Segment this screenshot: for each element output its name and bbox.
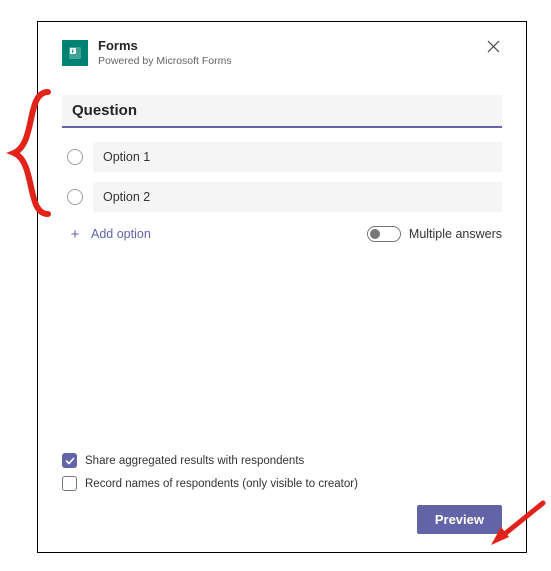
toggle-knob-icon <box>370 229 380 239</box>
option-row <box>62 182 502 212</box>
svg-text:F: F <box>71 50 74 55</box>
modal-footer: Preview <box>62 505 502 534</box>
options-controls: + Add option Multiple answers <box>62 226 502 242</box>
settings-checkboxes: Share aggregated results with respondent… <box>62 453 502 491</box>
checkbox-unchecked-icon <box>62 476 77 491</box>
modal-subtitle: Powered by Microsoft Forms <box>98 55 475 68</box>
radio-icon <box>67 149 83 165</box>
option-row <box>62 142 502 172</box>
option-input[interactable] <box>93 182 502 212</box>
options-list <box>62 142 502 212</box>
modal-title: Forms <box>98 38 475 54</box>
add-option-button[interactable]: + Add option <box>67 227 151 242</box>
forms-modal: F Forms Powered by Microsoft Forms + Add… <box>37 21 527 553</box>
share-results-row[interactable]: Share aggregated results with respondent… <box>62 453 502 468</box>
option-input[interactable] <box>93 142 502 172</box>
record-names-label: Record names of respondents (only visibl… <box>85 478 358 490</box>
question-input[interactable] <box>62 95 502 128</box>
multiple-answers-toggle-group: Multiple answers <box>367 226 502 242</box>
multiple-answers-label: Multiple answers <box>409 227 502 241</box>
add-option-label: Add option <box>91 227 151 241</box>
close-icon <box>487 40 500 53</box>
share-results-label: Share aggregated results with respondent… <box>85 455 304 467</box>
plus-icon: + <box>67 227 83 242</box>
question-field-row <box>62 95 502 128</box>
modal-header: F Forms Powered by Microsoft Forms <box>62 38 502 67</box>
radio-icon <box>67 189 83 205</box>
preview-button[interactable]: Preview <box>417 505 502 534</box>
multiple-answers-toggle[interactable] <box>367 226 401 242</box>
checkbox-checked-icon <box>62 453 77 468</box>
forms-app-icon: F <box>62 40 88 66</box>
close-button[interactable] <box>485 38 502 57</box>
record-names-row[interactable]: Record names of respondents (only visibl… <box>62 476 502 491</box>
